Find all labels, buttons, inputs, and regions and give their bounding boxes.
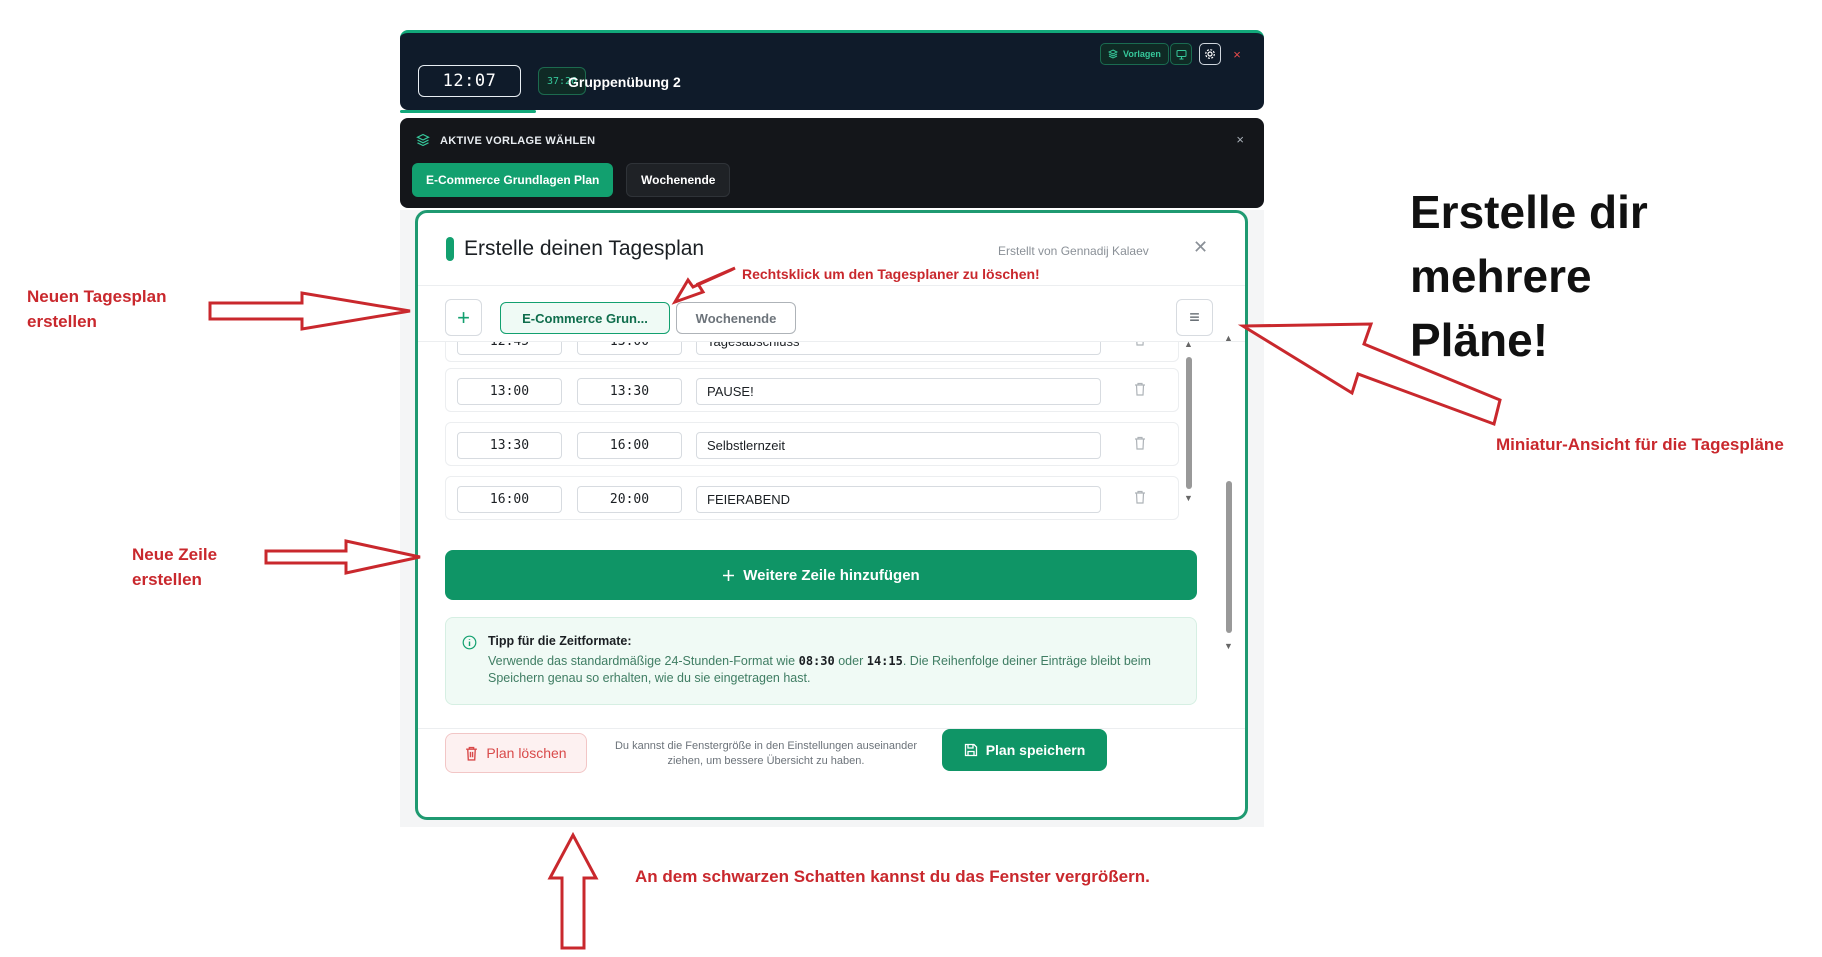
- outer-scrollbar[interactable]: [1226, 481, 1232, 633]
- close-app-button[interactable]: ×: [1226, 43, 1248, 65]
- table-row: 16:00 20:00 FEIERABEND: [445, 476, 1179, 520]
- monitor-button[interactable]: [1170, 43, 1192, 65]
- start-time-input[interactable]: 12:45: [457, 342, 562, 355]
- session-title: Gruppenübung 2: [568, 74, 681, 90]
- vorlagen-button[interactable]: Vorlagen: [1100, 43, 1169, 65]
- plus-icon: [723, 569, 735, 581]
- trash-icon[interactable]: [1134, 490, 1146, 504]
- monitor-icon: [1176, 49, 1186, 59]
- start-time-input[interactable]: 13:00: [457, 378, 562, 405]
- save-icon: [964, 743, 977, 757]
- entry-title-input[interactable]: FEIERABEND: [696, 486, 1101, 513]
- selector-label: AKTIVE VORLAGE WÄHLEN: [440, 135, 596, 147]
- annotation-right-click: Rechtsklick um den Tagesplaner zu lösche…: [742, 266, 1040, 282]
- trash-icon: [466, 746, 478, 761]
- layers-icon: [416, 133, 430, 147]
- annotation-new-plan: Neuen Tagesplan erstellen: [27, 287, 167, 331]
- template-option-ecommerce[interactable]: E-Commerce Grundlagen Plan: [412, 163, 614, 197]
- vorlagen-label: Vorlagen: [1123, 49, 1161, 59]
- annotation-miniature: Miniatur-Ansicht für die Tagespläne: [1496, 435, 1784, 454]
- add-row-label: Weitere Zeile hinzufügen: [743, 566, 920, 584]
- end-time-input[interactable]: 20:00: [577, 486, 682, 513]
- settings-button[interactable]: [1199, 43, 1221, 65]
- tip-box: Tipp für die Zeitformate: Verwende das s…: [445, 617, 1197, 705]
- tip-text-part: oder: [838, 654, 864, 668]
- annotation-new-row: Neue Zeile erstellen: [132, 545, 218, 589]
- title-accent-bar: [446, 237, 454, 261]
- current-timer: 12:07: [418, 65, 521, 97]
- entry-title-input[interactable]: PAUSE!: [696, 378, 1101, 405]
- trash-icon[interactable]: [1134, 342, 1146, 346]
- end-time-input[interactable]: 16:00: [577, 432, 682, 459]
- arrow-right-1: [208, 291, 411, 331]
- plan-tab-wochenende[interactable]: Wochenende: [676, 302, 796, 334]
- plan-menu-button[interactable]: ≡: [1176, 299, 1213, 336]
- created-by-label: Erstellt von Gennadij Kalaev: [998, 244, 1149, 258]
- arrow-right-2: [264, 539, 421, 575]
- session-progress: [400, 110, 536, 113]
- end-time-input[interactable]: 13:00: [577, 342, 682, 355]
- table-row: 13:00 13:30 PAUSE!: [445, 368, 1179, 412]
- entry-title-input[interactable]: Selbstlernzeit: [696, 432, 1101, 459]
- save-plan-button[interactable]: Plan speichern: [942, 729, 1107, 771]
- delete-plan-label: Plan löschen: [486, 745, 567, 761]
- table-row: 13:30 16:00 Selbstlernzeit: [445, 422, 1179, 466]
- entry-title-input[interactable]: Tagesabschluss: [696, 342, 1101, 355]
- info-icon: [462, 635, 477, 650]
- footer-hint: Du kannst die Fenstergröße in den Einste…: [614, 740, 918, 767]
- layers-icon: [1108, 49, 1118, 59]
- add-plan-button[interactable]: +: [445, 299, 482, 336]
- table-row: 12:45 13:00 Tagesabschluss: [445, 342, 1179, 362]
- inner-scroll-up[interactable]: ▲: [1184, 339, 1193, 349]
- tip-title: Tipp für die Zeitformate:: [488, 634, 632, 648]
- dialog-title: Erstelle deinen Tagesplan: [464, 237, 705, 260]
- day-plan-dialog: Erstelle deinen Tagesplan Erstellt von G…: [415, 210, 1248, 820]
- start-time-input[interactable]: 13:30: [457, 432, 562, 459]
- inner-scrollbar[interactable]: [1186, 357, 1192, 489]
- tip-example: 08:30: [798, 654, 835, 668]
- timer-bar: 12:07 37:26 Gruppenübung 2 Vorlagen ×: [400, 30, 1264, 113]
- trash-icon[interactable]: [1134, 436, 1146, 450]
- dialog-close-button[interactable]: ✕: [1193, 237, 1208, 258]
- save-plan-label: Plan speichern: [985, 742, 1086, 758]
- annotation-shadow: An dem schwarzen Schatten kannst du das …: [635, 867, 1150, 886]
- arrow-up: [547, 831, 599, 950]
- template-option-wochenende[interactable]: Wochenende: [626, 163, 731, 197]
- annotation-heading: Erstelle dir mehrere Pläne!: [1410, 186, 1648, 366]
- template-selector: AKTIVE VORLAGE WÄHLEN × E-Commerce Grund…: [400, 118, 1264, 208]
- plan-tab-ecommerce[interactable]: E-Commerce Grun...: [500, 302, 670, 334]
- outer-scroll-up[interactable]: ▲: [1224, 333, 1233, 343]
- add-row-button[interactable]: Weitere Zeile hinzufügen: [445, 550, 1197, 600]
- end-time-input[interactable]: 13:30: [577, 378, 682, 405]
- delete-plan-button[interactable]: Plan löschen: [445, 733, 587, 773]
- start-time-input[interactable]: 16:00: [457, 486, 562, 513]
- inner-scroll-down[interactable]: ▼: [1184, 493, 1193, 503]
- tip-text: Verwende das standardmäßige 24-Stunden-F…: [488, 653, 1178, 687]
- tip-example: 14:15: [866, 654, 903, 668]
- selector-close-button[interactable]: ×: [1236, 132, 1244, 147]
- gear-icon: [1205, 49, 1215, 59]
- trash-icon[interactable]: [1134, 382, 1146, 396]
- outer-scroll-down[interactable]: ▼: [1224, 641, 1233, 651]
- tip-text-part: Verwende das standardmäßige 24-Stunden-F…: [488, 654, 796, 668]
